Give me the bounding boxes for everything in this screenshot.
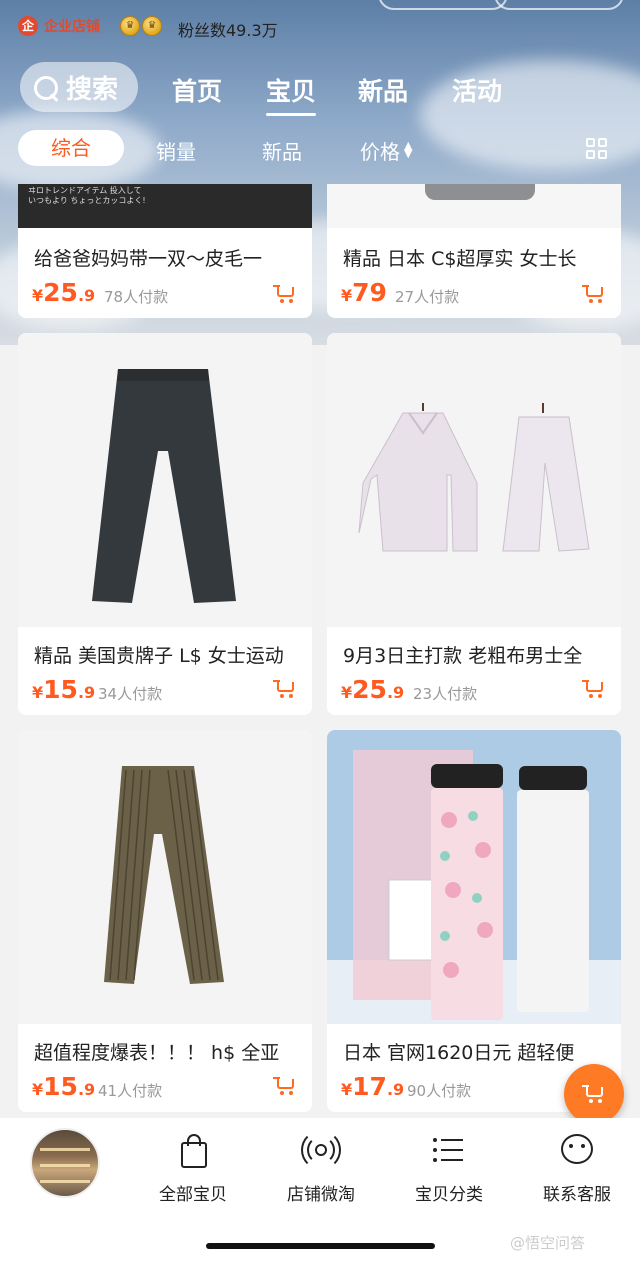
- cart-icon: [582, 1084, 606, 1104]
- sold-count: 34人付款: [98, 685, 163, 703]
- tab-new[interactable]: 新品: [358, 72, 408, 108]
- product-title: 精品 美国贵牌子 L$ 女士运动: [34, 645, 284, 667]
- product-price: ¥25.9: [341, 675, 405, 704]
- product-card[interactable]: 9月3日主打款 老粗布男士全 ¥25.9 23人付款: [327, 333, 621, 715]
- shop-rating-crowns: ♛ ♛: [120, 16, 162, 36]
- sort-arrows-icon: ▲ ▼: [404, 139, 413, 160]
- product-image: [327, 730, 621, 1024]
- product-card[interactable]: 日本 官网1620日元 超轻便 ¥17.9 90人付款: [327, 730, 621, 1112]
- search-icon: [32, 74, 58, 100]
- product-card[interactable]: 精品 美国贵牌子 L$ 女士运动 ¥15.9 34人付款: [18, 333, 312, 715]
- list-icon: [429, 1130, 469, 1170]
- product-title: 精品 日本 C$超厚实 女士长: [343, 248, 577, 270]
- add-to-cart-icon[interactable]: [273, 679, 297, 699]
- product-title: 给爸爸妈妈带一双～皮毛一: [34, 248, 263, 270]
- sort-price[interactable]: 价格 ▲ ▼: [360, 136, 412, 165]
- product-price: ¥17.9: [341, 1072, 405, 1101]
- sold-count: 23人付款: [413, 685, 478, 703]
- product-card[interactable]: 超值程度爆表！！！ h$ 全亚 ¥15.9 41人付款: [18, 730, 312, 1112]
- enterprise-icon: 企: [18, 16, 38, 36]
- tab-products[interactable]: 宝贝: [266, 72, 317, 116]
- fans-count: 粉丝数49.3万: [178, 21, 278, 40]
- product-price: ¥25.9: [32, 278, 96, 307]
- enterprise-shop-badge: 企 企业店铺: [18, 16, 100, 36]
- add-to-cart-icon[interactable]: [273, 1076, 297, 1096]
- product-image: [327, 333, 621, 627]
- sold-count: 90人付款: [407, 1082, 472, 1100]
- add-to-cart-icon[interactable]: [582, 679, 606, 699]
- all-products-button[interactable]: 全部宝贝: [138, 1130, 248, 1205]
- broadcast-icon: [301, 1130, 341, 1170]
- product-price: ¥15.9: [32, 675, 96, 704]
- watermark: @悟空问答: [510, 1234, 586, 1252]
- grid-view-icon[interactable]: [586, 138, 608, 160]
- shopping-bag-icon: [173, 1130, 213, 1170]
- tab-home[interactable]: 首页: [172, 72, 222, 108]
- product-title: 日本 官网1620日元 超轻便: [343, 1042, 575, 1064]
- product-card[interactable]: ヰロトレンドアイテム 投入していつもより ちょっとカッコよく! 给爸爸妈妈带一双…: [18, 184, 312, 318]
- shop-feed-button[interactable]: 店铺微淘: [266, 1130, 376, 1205]
- categories-button[interactable]: 宝贝分类: [394, 1130, 504, 1205]
- product-price: ¥15.9: [32, 1072, 96, 1101]
- product-price: ¥79: [341, 278, 387, 307]
- product-image: [18, 333, 312, 627]
- product-image: [18, 730, 312, 1024]
- shop-nav: 搜索 首页 宝贝 新品 活动: [0, 60, 640, 116]
- product-title: 9月3日主打款 老粗布男士全: [343, 645, 583, 667]
- add-to-cart-icon[interactable]: [273, 284, 297, 304]
- sold-count: 78人付款: [104, 288, 169, 306]
- chat-bubble-icon: [557, 1130, 597, 1170]
- sort-comprehensive[interactable]: 综合: [18, 130, 124, 166]
- tab-activity[interactable]: 活动: [452, 72, 502, 108]
- shop-avatar[interactable]: [30, 1128, 100, 1198]
- sold-count: 41人付款: [98, 1082, 163, 1100]
- product-image: ヰロトレンドアイテム 投入していつもより ちょっとカッコよく!: [18, 184, 312, 228]
- add-to-cart-icon[interactable]: [582, 284, 606, 304]
- shop-header: 企 企业店铺 ♛ ♛ 粉丝数49.3万: [0, 0, 640, 60]
- product-card[interactable]: 精品 日本 C$超厚实 女士长 ¥79 27人付款: [327, 184, 621, 318]
- search-button[interactable]: 搜索: [20, 62, 138, 112]
- sort-bar: 综合 销量 新品 价格 ▲ ▼: [0, 128, 640, 170]
- customer-service-button[interactable]: 联系客服: [522, 1130, 632, 1205]
- crown-icon: ♛: [142, 16, 162, 36]
- product-title: 超值程度爆表！！！ h$ 全亚: [34, 1042, 280, 1064]
- floating-cart-button[interactable]: [564, 1064, 624, 1124]
- sort-sales[interactable]: 销量: [156, 136, 196, 165]
- crown-icon: ♛: [120, 16, 140, 36]
- sort-new[interactable]: 新品: [262, 136, 302, 165]
- product-image: [327, 184, 621, 228]
- home-indicator: [206, 1243, 435, 1249]
- sold-count: 27人付款: [395, 288, 460, 306]
